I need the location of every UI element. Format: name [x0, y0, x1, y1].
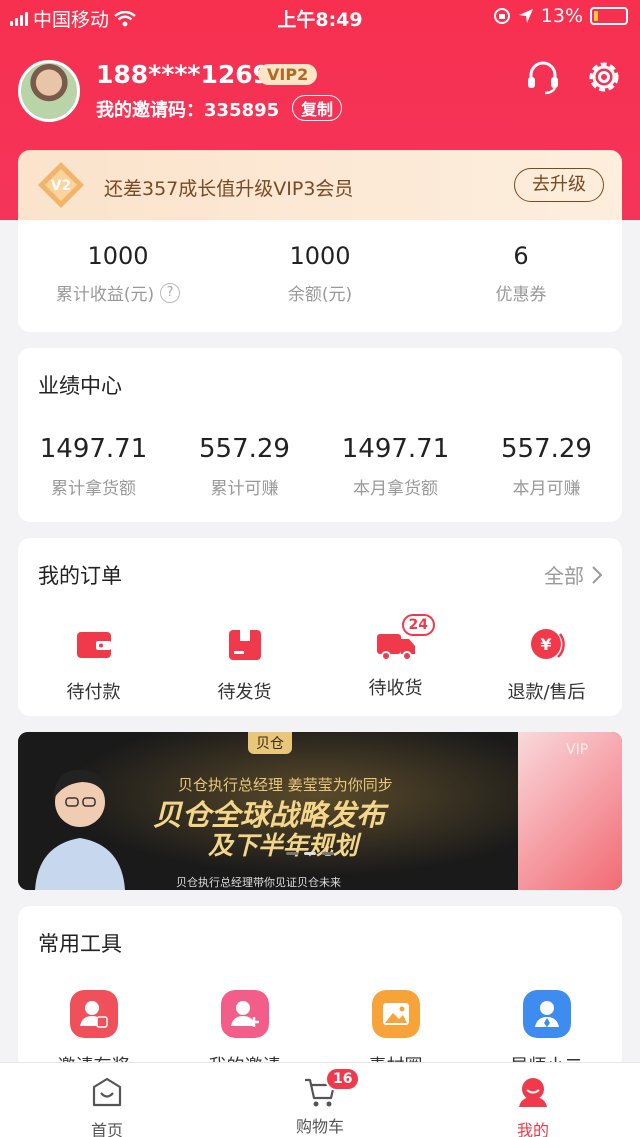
- stat-value: 6: [513, 242, 529, 270]
- tab-label: 购物车: [295, 1117, 344, 1136]
- perf-item[interactable]: 1497.71 本月拿货额: [320, 434, 471, 499]
- mentor-icon: [522, 990, 571, 1038]
- stat-value: 1000: [289, 242, 351, 270]
- package-icon: [228, 630, 261, 660]
- orders-card: 我的订单 全部 待付款 待发货 24 待收货 ¥ 退款/售后: [18, 538, 622, 716]
- tab-mine[interactable]: 我的: [473, 1075, 593, 1137]
- banner-footer: 贝仓执行总经理带你见证贝仓未来: [176, 876, 341, 889]
- perf-label: 累计拿货额: [51, 479, 136, 499]
- bottom-tab-bar: 首页 16 购物车 我的: [0, 1062, 640, 1137]
- cart-count-badge: 16: [325, 1067, 361, 1091]
- order-count-badge: 24: [401, 614, 435, 636]
- banner-brand-tag: 贝仓: [248, 732, 292, 754]
- tab-label: 首页: [90, 1121, 123, 1137]
- vip-badge: VIP2: [258, 64, 318, 85]
- invite-code: 335895: [204, 100, 280, 121]
- vip-level-badge-icon: V2: [38, 162, 84, 208]
- order-pending-receipt[interactable]: 24 待收货: [320, 614, 471, 700]
- stat-balance[interactable]: 1000 余额(元): [220, 242, 420, 305]
- image-gallery-icon: [371, 990, 420, 1038]
- all-orders-link[interactable]: 全部: [544, 560, 602, 589]
- speaker-photo: [35, 769, 125, 890]
- profile-icon: [519, 1078, 547, 1107]
- perf-label: 本月拿货额: [353, 479, 438, 499]
- user-phone: 188****1269: [96, 60, 271, 89]
- order-pending-payment[interactable]: 待付款: [18, 624, 169, 704]
- stat-total-earnings[interactable]: 1000 累计收益(元)?: [18, 242, 218, 305]
- perf-label: 累计可赚: [210, 479, 279, 499]
- location-icon: [518, 9, 533, 23]
- tab-cart[interactable]: 16 购物车: [260, 1067, 380, 1137]
- perf-item[interactable]: 1497.71 累计拿货额: [18, 434, 169, 499]
- account-stats-card: 1000 累计收益(元)? 1000 余额(元) 6 优惠券: [18, 220, 622, 332]
- all-orders-label: 全部: [544, 564, 584, 588]
- status-bar: 中国移动 上午8:49 13%: [0, 0, 640, 34]
- invite-label: 我的邀请码：: [96, 100, 204, 121]
- upgrade-button[interactable]: 去升级: [514, 168, 604, 202]
- perf-value: 1497.71: [39, 434, 148, 464]
- help-icon[interactable]: ?: [160, 282, 181, 303]
- upgrade-banner[interactable]: V2 还差357成长值升级VIP3会员 去升级: [18, 150, 622, 220]
- perf-value: 557.29: [501, 434, 592, 464]
- stat-label: 优惠券: [495, 285, 547, 305]
- invite-reward-icon: [69, 990, 118, 1038]
- perf-value: 1497.71: [341, 434, 450, 464]
- performance-title: 业绩中心: [38, 374, 122, 398]
- perf-item[interactable]: 557.29 本月可赚: [471, 434, 622, 499]
- stat-label: 余额(元): [287, 285, 353, 305]
- promo-banner-carousel[interactable]: 贝仓 贝仓执行总经理 姜莹莹为你同步 贝仓全球战略发布 及下半年规划 贝仓执行总…: [18, 732, 622, 890]
- order-pending-shipment[interactable]: 待发货: [169, 624, 320, 704]
- tab-label: 我的: [516, 1121, 549, 1137]
- svg-text:¥: ¥: [540, 635, 551, 654]
- copy-button[interactable]: 复制: [292, 95, 343, 121]
- orders-title: 我的订单: [38, 564, 122, 588]
- home-icon: [92, 1077, 122, 1107]
- banner-headline-2: 及下半年规划: [208, 831, 359, 860]
- stat-label: 累计收益(元): [55, 285, 155, 305]
- order-label: 待发货: [217, 682, 272, 703]
- battery-percent: 13%: [540, 5, 583, 27]
- chevron-right-icon: [592, 565, 602, 584]
- wallet-icon: [76, 632, 111, 658]
- perf-label: 本月可赚: [512, 479, 581, 499]
- stat-value: 1000: [87, 242, 149, 270]
- battery-icon: [590, 7, 628, 25]
- settings-gear-icon[interactable]: [585, 58, 623, 96]
- stat-coupons[interactable]: 6 优惠券: [421, 242, 621, 305]
- performance-card: 业绩中心 1497.71 累计拿货额 557.29 累计可赚 1497.71 本月拿货…: [18, 348, 622, 522]
- tools-title: 常用工具: [38, 932, 122, 956]
- customer-service-icon[interactable]: [524, 58, 562, 96]
- order-label: 待付款: [66, 682, 121, 703]
- refund-icon: ¥: [530, 629, 565, 659]
- perf-item[interactable]: 557.29 累计可赚: [169, 434, 320, 499]
- avatar[interactable]: [18, 60, 80, 122]
- tab-home[interactable]: 首页: [47, 1075, 167, 1137]
- rotation-lock-icon: [493, 8, 510, 24]
- perf-value: 557.29: [199, 434, 290, 464]
- vip-badge-text: V2: [51, 178, 72, 194]
- order-refund-aftersale[interactable]: ¥ 退款/售后: [471, 624, 622, 704]
- order-label: 待收货: [368, 678, 423, 699]
- order-label: 退款/售后: [507, 682, 586, 703]
- upgrade-text: 还差357成长值升级VIP3会员: [104, 178, 354, 200]
- invite-code-row: 我的邀请码：335895: [96, 96, 279, 122]
- carousel-indicator: [286, 852, 334, 855]
- add-user-icon: [220, 990, 269, 1038]
- banner-side-tag: VIP: [566, 742, 589, 758]
